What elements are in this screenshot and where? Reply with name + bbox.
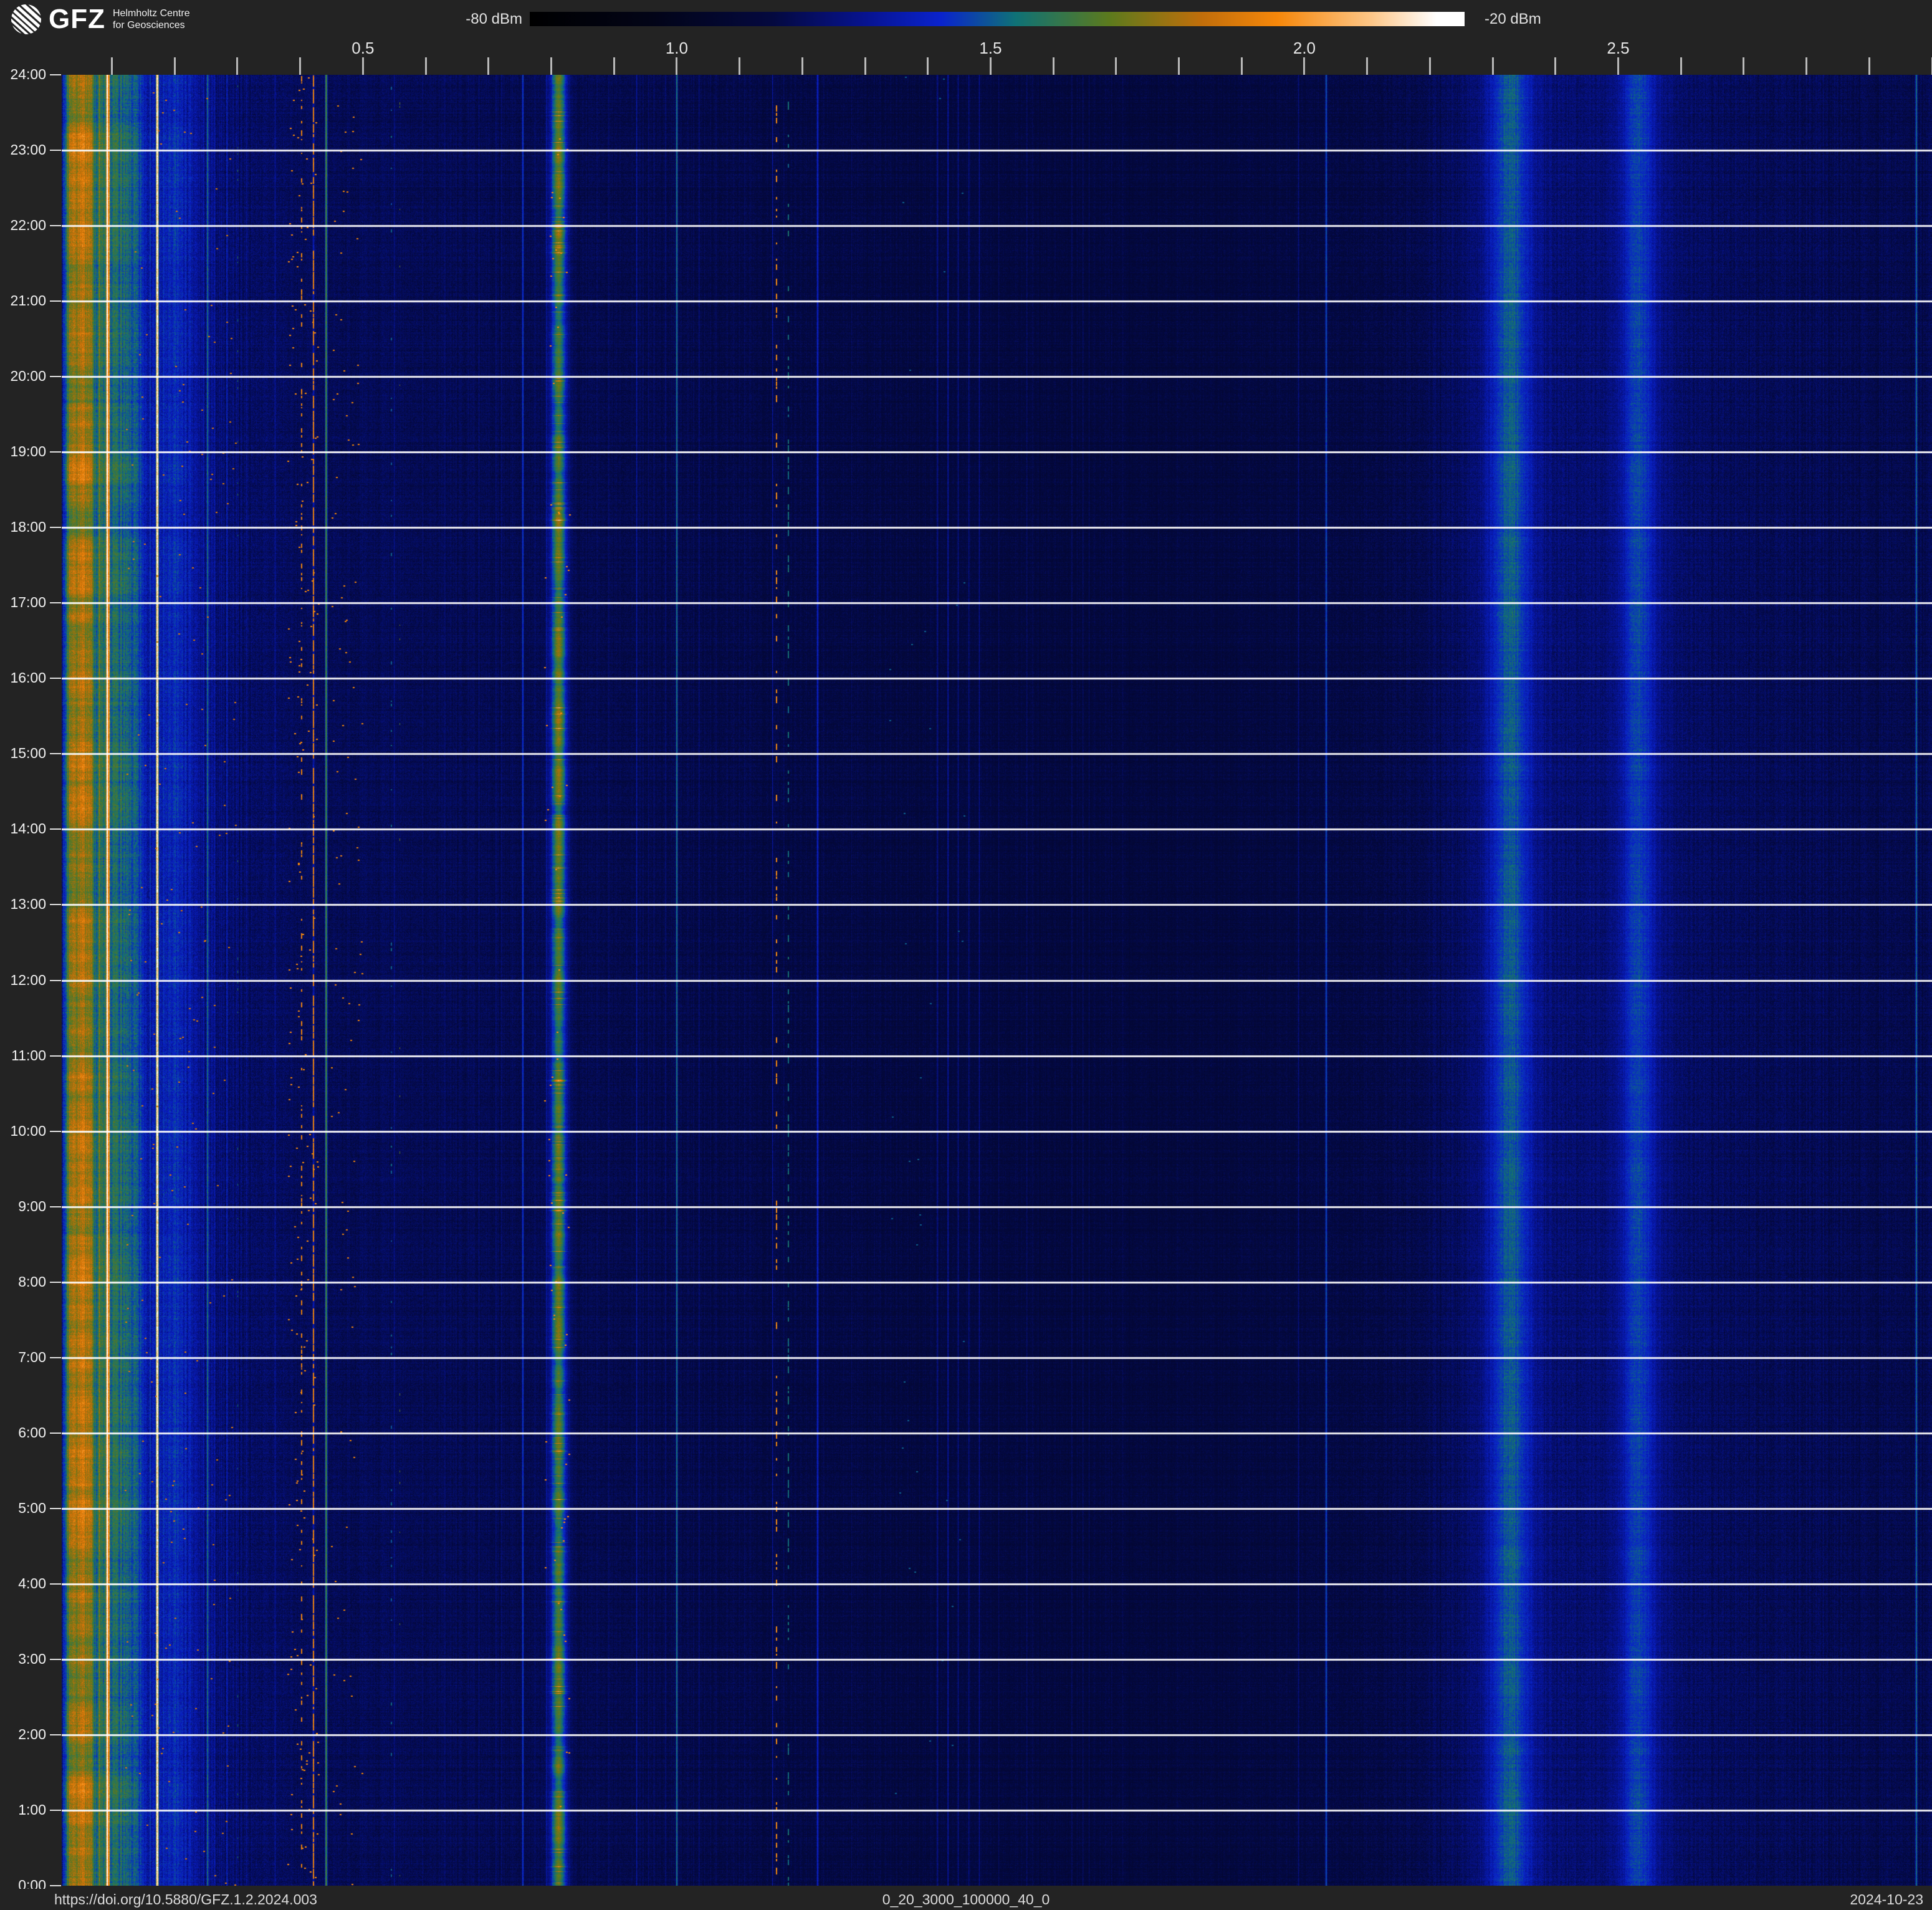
y-hour-label: 20:00: [1, 368, 46, 385]
y-hour-label: 13:00: [1, 896, 46, 913]
x-tick-label: 0.5: [338, 39, 388, 58]
x-tick: [739, 57, 740, 75]
y-tick: [50, 74, 61, 75]
y-hour-label: 11:00: [1, 1047, 46, 1064]
x-tick: [676, 57, 677, 75]
y-tick: [50, 225, 61, 226]
x-tick: [1743, 57, 1744, 75]
y-hour-label: 16:00: [1, 669, 46, 686]
x-tick-label: 1.0: [652, 39, 702, 58]
x-tick: [487, 57, 489, 75]
y-tick: [50, 300, 61, 302]
colorbar-max-label: -20 dBm: [1485, 12, 1541, 26]
x-tick: [1115, 57, 1117, 75]
y-tick: [50, 1131, 61, 1132]
y-tick: [50, 1055, 61, 1057]
x-tick: [111, 57, 113, 75]
y-hour-label: 7:00: [1, 1349, 46, 1366]
y-tick: [50, 980, 61, 981]
y-hour-label: 9:00: [1, 1198, 46, 1215]
y-hour-label: 12:00: [1, 972, 46, 989]
x-tick: [613, 57, 615, 75]
x-tick: [1053, 57, 1054, 75]
y-tick: [50, 1357, 61, 1358]
y-tick: [50, 904, 61, 905]
x-tick: [550, 57, 552, 75]
x-tick: [299, 57, 301, 75]
x-tick: [1366, 57, 1368, 75]
y-hour-label: 10:00: [1, 1123, 46, 1140]
y-tick: [50, 527, 61, 528]
date-label: 2024-10-23: [1850, 1889, 1923, 1910]
y-hour-label: 15:00: [1, 745, 46, 762]
dataset-filename: 0_20_3000_100000_40_0: [0, 1889, 1932, 1910]
y-tick: [50, 1206, 61, 1207]
colorbar-min-label: -80 dBm: [466, 12, 522, 26]
x-tick: [1617, 57, 1619, 75]
y-tick: [50, 376, 61, 377]
y-hour-label: 2:00: [1, 1726, 46, 1743]
x-tick: [927, 57, 929, 75]
y-tick: [50, 602, 61, 603]
colorbar-wrap: -80 dBm -20 dBm: [0, 0, 1932, 37]
spectrogram-page: GFZ Helmholtz Centre for Geosciences -80…: [0, 0, 1932, 1910]
y-hour-label: 14:00: [1, 820, 46, 837]
x-tick: [174, 57, 176, 75]
y-hour-label: 24:00: [1, 66, 46, 83]
y-tick: [50, 828, 61, 830]
y-hour-label: 18:00: [1, 519, 46, 535]
x-tick-label: 2.0: [1279, 39, 1329, 58]
y-tick: [50, 451, 61, 453]
x-tick: [362, 57, 364, 75]
y-tick: [50, 150, 61, 151]
y-hour-label: 1:00: [1, 1802, 46, 1818]
y-hour-label: 5:00: [1, 1500, 46, 1517]
x-tick-label: 2.5: [1593, 39, 1643, 58]
y-tick: [50, 1885, 61, 1886]
x-tick: [801, 57, 803, 75]
x-tick: [1868, 57, 1870, 75]
y-hour-label: 22:00: [1, 217, 46, 234]
y-tick: [50, 1810, 61, 1811]
x-tick: [1303, 57, 1305, 75]
y-tick: [50, 1659, 61, 1660]
x-tick: [1429, 57, 1431, 75]
x-tick-label: 1.5: [965, 39, 1015, 58]
colorbar-gradient: [530, 12, 1465, 26]
x-tick: [1805, 57, 1807, 75]
x-tick: [1492, 57, 1494, 75]
y-tick: [50, 753, 61, 754]
x-tick: [1178, 57, 1180, 75]
x-tick: [1554, 57, 1556, 75]
y-hour-label: 21:00: [1, 292, 46, 309]
x-tick: [236, 57, 238, 75]
spectrogram-canvas: [62, 75, 1932, 1886]
y-hour-label: 6:00: [1, 1424, 46, 1441]
footer-bar: https://doi.org/10.5880/GFZ.1.2.2024.003…: [0, 1889, 1932, 1910]
y-tick: [50, 1432, 61, 1434]
x-tick: [1680, 57, 1682, 75]
x-tick: [425, 57, 427, 75]
y-hour-label: 19:00: [1, 443, 46, 460]
y-tick: [50, 1282, 61, 1283]
y-tick: [50, 1734, 61, 1735]
y-tick: [50, 678, 61, 679]
y-hour-label: 4:00: [1, 1575, 46, 1592]
y-hour-label: 3:00: [1, 1651, 46, 1668]
x-tick: [1241, 57, 1243, 75]
y-hour-label: 17:00: [1, 594, 46, 611]
y-hour-label: 23:00: [1, 142, 46, 158]
y-hour-label: 8:00: [1, 1274, 46, 1290]
x-tick: [864, 57, 866, 75]
x-tick: [990, 57, 992, 75]
y-tick: [50, 1508, 61, 1509]
y-tick: [50, 1583, 61, 1585]
